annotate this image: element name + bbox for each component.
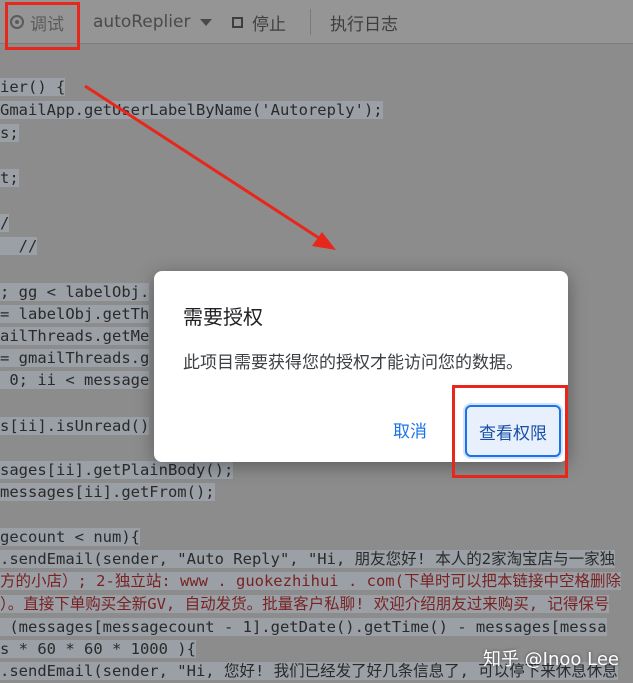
code-line: = gmailThreads.g — [0, 349, 150, 367]
code-line: ier() { — [0, 78, 66, 96]
dialog-message: 此项目需要获得您的授权才能访问您的数据。 — [183, 353, 523, 373]
stop-icon — [232, 16, 243, 28]
code-line: ; gg < labelObj. — [0, 283, 150, 301]
code-line: gecount < num){ — [0, 528, 140, 546]
code-line: 0; ii < message — [0, 371, 150, 389]
code-line: ）。直接下单购买全新GV, 自动发货。批量客户私聊! 欢迎介绍朋友过来购买, 记… — [0, 595, 610, 613]
code-line: = labelObj.getTh — [0, 305, 150, 323]
code-line: 方的小店）; 2-独立站: www . guokezhihui . com(下单… — [0, 572, 621, 590]
watermark: 知乎 @Inoo Lee — [482, 649, 619, 670]
code-line: .sendEmail(sender, "Auto Reply", "Hi, 朋友… — [0, 550, 616, 568]
execution-log-button[interactable]: 执行日志 — [330, 0, 398, 44]
cancel-button[interactable]: 取消 — [393, 417, 427, 442]
editor-toolbar: 调试 autoReplier 停止 执行日志 — [0, 0, 633, 44]
function-name: autoReplier — [93, 12, 191, 32]
code-line: s * 60 * 60 * 1000 ){ — [0, 640, 196, 658]
code-line: ailThreads.getMe — [0, 327, 150, 345]
review-permissions-button[interactable]: 查看权限 — [465, 405, 561, 457]
code-line: sages[ii].getPlainBody(); — [0, 461, 234, 479]
code-line: // — [0, 237, 38, 255]
toolbar-divider — [310, 9, 311, 35]
stop-button[interactable]: 停止 — [232, 0, 286, 44]
code-line: GmailApp.getUserLabelByName('Autoreply')… — [0, 101, 383, 119]
code-line: t; — [0, 169, 19, 187]
dialog-title: 需要授权 — [183, 305, 263, 329]
debug-button[interactable]: 调试 — [6, 0, 78, 44]
debug-icon — [10, 15, 24, 29]
code-line: (messages[messagecount - 1].getDate().ge… — [0, 618, 607, 636]
code-line: / — [0, 214, 10, 232]
code-line: s[ii].isUnread() — [0, 417, 150, 435]
function-select[interactable]: autoReplier — [93, 0, 213, 44]
execution-log-label: 执行日志 — [330, 14, 398, 35]
debug-label: 调试 — [30, 14, 64, 35]
stop-label: 停止 — [252, 14, 286, 35]
code-line: messages[ii].getFrom(); — [0, 483, 215, 501]
chevron-down-icon — [200, 18, 213, 26]
code-line: s; — [0, 124, 19, 142]
authorization-dialog: 需要授权 此项目需要获得您的授权才能访问您的数据。 取消 查看权限 — [154, 271, 568, 462]
